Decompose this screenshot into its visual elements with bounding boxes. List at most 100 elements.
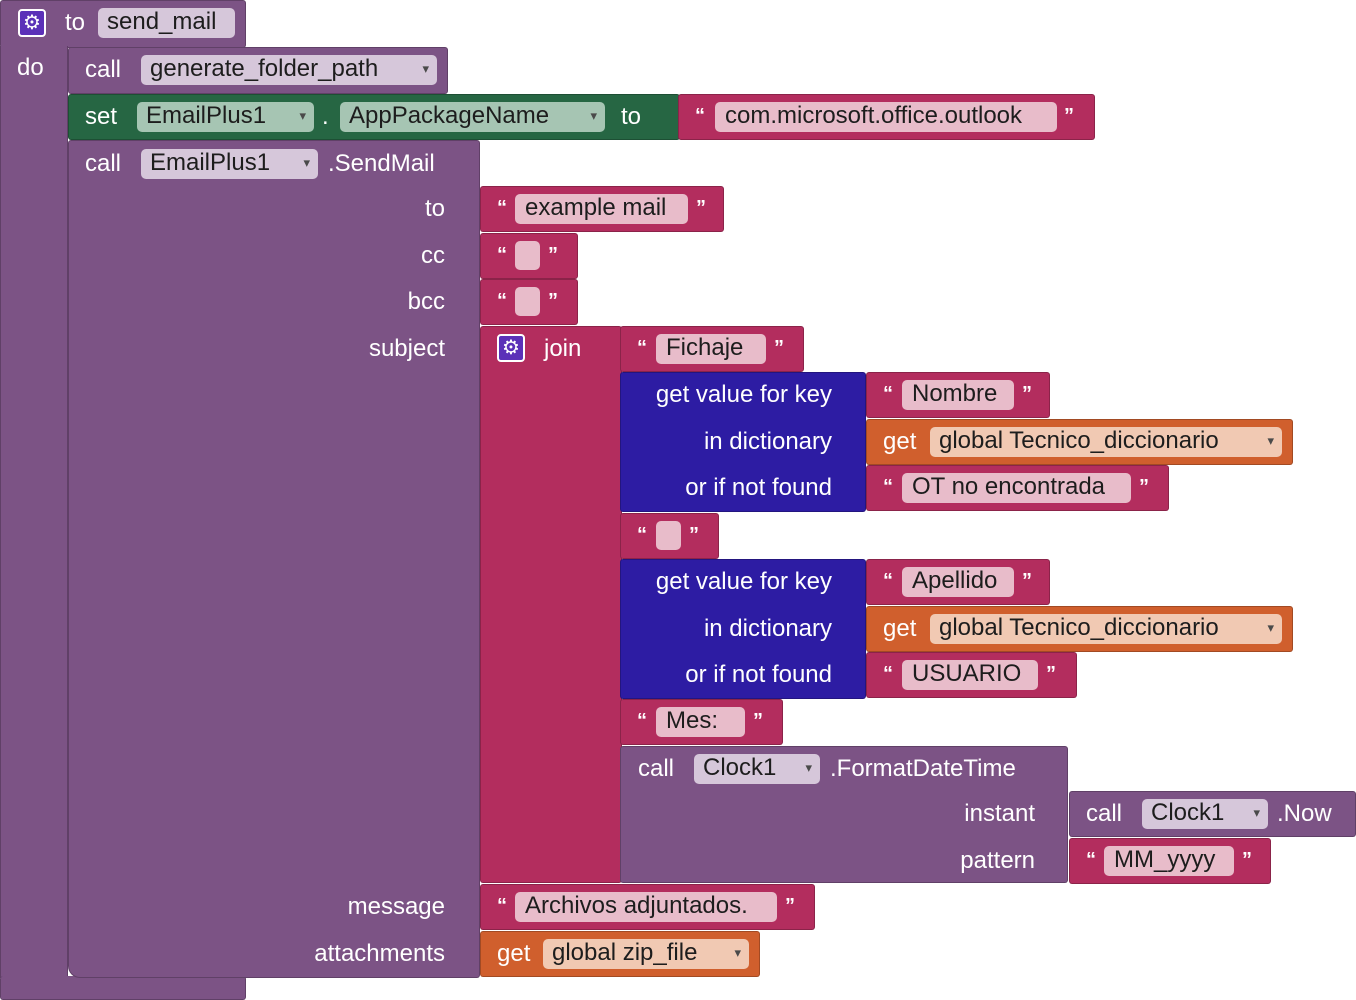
procedure-to-label: to xyxy=(65,9,86,36)
variable-dropdown[interactable]: global Tecnico_diccionario ▾ xyxy=(930,427,1282,457)
open-quote-icon: “ xyxy=(883,663,893,685)
close-quote-icon: ” xyxy=(696,197,706,219)
close-quote-icon: ” xyxy=(548,290,558,312)
variable-dropdown-value: global Tecnico_diccionario xyxy=(939,427,1219,454)
close-quote-icon: ” xyxy=(1022,383,1032,405)
property-dropdown-value: AppPackageName xyxy=(349,102,550,129)
dropdown-arrow-icon: ▾ xyxy=(303,155,310,170)
package-name-text[interactable]: com.microsoft.office.outlook xyxy=(715,102,1057,132)
cc-text[interactable] xyxy=(515,241,540,270)
dropdown-arrow-icon: ▾ xyxy=(805,760,812,775)
variable-dropdown-value: global Tecnico_diccionario xyxy=(939,614,1219,641)
dropdown-arrow-icon: ▾ xyxy=(299,108,306,123)
variable-dropdown-value: global zip_file xyxy=(552,939,698,966)
join-label: join xyxy=(544,335,582,362)
component-dropdown-value: Clock1 xyxy=(703,754,777,781)
set-dot-label: . xyxy=(322,103,329,130)
component-dropdown-value: Clock1 xyxy=(1151,799,1225,826)
param-instant-label: instant xyxy=(964,800,1035,827)
notfound-usuario-text[interactable]: USUARIO xyxy=(902,660,1038,690)
mutator-gear-icon[interactable]: ⚙ xyxy=(18,9,46,37)
component-dropdown-value: EmailPlus1 xyxy=(150,149,271,176)
open-quote-icon: “ xyxy=(497,244,507,266)
mes-text[interactable]: Mes: xyxy=(656,707,745,737)
component-dropdown[interactable]: EmailPlus1 ▾ xyxy=(137,102,314,132)
close-quote-icon: ” xyxy=(774,337,784,359)
procedure-spine xyxy=(0,46,68,978)
open-quote-icon: “ xyxy=(695,105,705,127)
sendmail-method-label: .SendMail xyxy=(328,150,435,177)
join-block[interactable] xyxy=(480,326,622,883)
call-keyword: call xyxy=(85,150,122,177)
open-quote-icon: “ xyxy=(1086,849,1096,871)
component-dropdown[interactable]: Clock1 ▾ xyxy=(694,754,820,784)
fichaje-text[interactable]: Fichaje xyxy=(656,334,766,364)
dropdown-arrow-icon: ▾ xyxy=(734,945,741,960)
dropdown-arrow-icon: ▾ xyxy=(590,108,597,123)
property-dropdown[interactable]: AppPackageName ▾ xyxy=(340,102,605,132)
now-method-label: .Now xyxy=(1277,800,1332,827)
procedure-name-field[interactable]: send_mail xyxy=(98,8,235,38)
close-quote-icon: ” xyxy=(1139,476,1149,498)
call-keyword: call xyxy=(85,56,122,83)
param-subject-label: subject xyxy=(368,335,445,362)
component-dropdown[interactable]: EmailPlus1 ▾ xyxy=(141,149,318,179)
space-text[interactable] xyxy=(656,521,681,550)
param-to-label: to xyxy=(424,195,445,222)
close-quote-icon: ” xyxy=(1046,663,1056,685)
key-apellido-text[interactable]: Apellido xyxy=(902,567,1014,597)
dropdown-arrow-icon: ▾ xyxy=(1267,620,1274,635)
dropdown-arrow-icon: ▾ xyxy=(422,61,429,76)
get-keyword: get xyxy=(497,940,531,967)
close-quote-icon: ” xyxy=(753,710,763,732)
param-message-label: message xyxy=(347,893,445,920)
open-quote-icon: “ xyxy=(637,710,647,732)
variable-dropdown[interactable]: global zip_file ▾ xyxy=(543,939,749,969)
open-quote-icon: “ xyxy=(637,524,647,546)
close-quote-icon: ” xyxy=(785,895,795,917)
call-keyword: call xyxy=(1086,800,1123,827)
message-text[interactable]: Archivos adjuntados. xyxy=(515,892,777,922)
key-nombre-text[interactable]: Nombre xyxy=(902,380,1014,410)
procedure-do-label: do xyxy=(17,54,44,81)
or-if-not-found-label: or if not found xyxy=(685,661,832,688)
open-quote-icon: “ xyxy=(497,895,507,917)
open-quote-icon: “ xyxy=(637,337,647,359)
open-quote-icon: “ xyxy=(883,476,893,498)
param-cc-label: cc xyxy=(421,242,445,269)
bcc-text[interactable] xyxy=(515,287,540,316)
component-dropdown-value: EmailPlus1 xyxy=(146,102,267,129)
get-keyword: get xyxy=(883,615,917,642)
procedure-footer xyxy=(0,976,246,1000)
close-quote-icon: ” xyxy=(1242,849,1252,871)
in-dictionary-label: in dictionary xyxy=(703,615,832,642)
dropdown-arrow-icon: ▾ xyxy=(1267,433,1274,448)
variable-dropdown[interactable]: global Tecnico_diccionario ▾ xyxy=(930,614,1282,644)
get-keyword: get xyxy=(883,428,917,455)
get-value-for-key-label: get value for key xyxy=(655,568,832,595)
open-quote-icon: “ xyxy=(497,290,507,312)
component-dropdown[interactable]: Clock1 ▾ xyxy=(1142,799,1268,829)
in-dictionary-label: in dictionary xyxy=(703,428,832,455)
open-quote-icon: “ xyxy=(883,570,893,592)
set-to-label: to xyxy=(621,103,642,130)
set-keyword: set xyxy=(85,103,118,130)
format-method-label: .FormatDateTime xyxy=(830,755,1016,782)
dropdown-arrow-icon: ▾ xyxy=(1253,805,1260,820)
open-quote-icon: “ xyxy=(883,383,893,405)
param-pattern-label: pattern xyxy=(960,847,1035,874)
close-quote-icon: ” xyxy=(1022,570,1032,592)
get-value-for-key-label: get value for key xyxy=(655,381,832,408)
param-attachments-label: attachments xyxy=(314,940,445,967)
mutator-gear-icon[interactable]: ⚙ xyxy=(497,334,525,362)
pattern-text[interactable]: MM_yyyy xyxy=(1104,846,1234,876)
to-text[interactable]: example mail xyxy=(515,194,688,224)
procedure-dropdown-value: generate_folder_path xyxy=(150,55,379,82)
notfound-text[interactable]: OT no encontrada xyxy=(902,473,1131,503)
close-quote-icon: ” xyxy=(1064,105,1074,127)
or-if-not-found-label: or if not found xyxy=(685,474,832,501)
close-quote-icon: ” xyxy=(548,244,558,266)
open-quote-icon: “ xyxy=(497,197,507,219)
close-quote-icon: ” xyxy=(689,524,699,546)
procedure-dropdown[interactable]: generate_folder_path ▾ xyxy=(141,55,437,85)
